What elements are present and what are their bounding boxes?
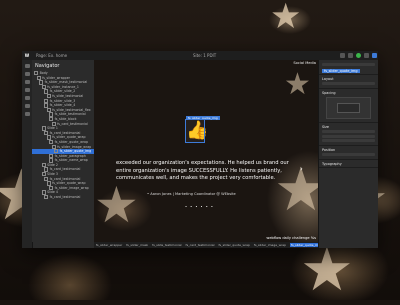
settings-icon[interactable] [24,112,30,116]
breadcrumb-item[interactable]: fs_slider_mask [126,243,148,247]
section-size[interactable]: Size [322,125,375,129]
navigator-row-label: fs_slider_wrapper [42,75,70,80]
navigator-title: Navigator [35,63,60,69]
navigator-row-label: fs_slider_instance_1 [47,84,79,89]
navigator-row-label: fs_card_testimonial [49,176,81,181]
navigator-row[interactable]: fs_card_testimonial [32,195,94,200]
navigator-row-label: fs_slider_quote_wrap [54,140,88,145]
assets-icon[interactable] [24,104,30,108]
navigator-row-label: fs_slide_testimonial [52,94,84,99]
navigator-row-label: fs_slider_quote_img [59,149,92,154]
site-label: Site: 1 PDIT [192,53,217,58]
star-decoration-top: ★ [270,0,302,37]
navigator-row-label: fs_slider_paragraph [54,153,86,158]
testimonial-author[interactable]: • Aaron Jones | Marketing Coordinator @ … [147,192,236,196]
navigator-row-label: fs_slider_slide_4 [49,103,76,108]
publish-button[interactable] [371,53,377,58]
slider-dots[interactable]: • • • • • • [185,205,214,209]
navigator-row-label: fs_slider_image_wrap [54,186,89,191]
pages-icon[interactable] [24,80,30,84]
page-selector[interactable]: Page: Ex. home [36,53,67,58]
navigator-row-label: fs_slider_image_wrap [57,144,92,149]
slider-next-arrow-icon[interactable]: › [300,165,303,173]
designer-window: W Page: Ex. home Site: 1 PDIT Navigator … [22,51,378,248]
add-icon[interactable] [24,64,30,68]
section-position[interactable]: Position [322,148,375,152]
section-layout[interactable]: Layout [322,77,375,81]
navigator-row-label: Slide 4 [47,190,58,195]
breadcrumb-item[interactable]: fs_slide_testimonial [152,243,181,247]
navigator-row-label: fs_slider_quote_wrap [52,135,86,140]
style-panel: fs_slider_quote_img Layout Spacing Size … [318,60,378,248]
navigator-row-label: fs_slider_mask_testimonial [44,80,88,85]
element-box-icon [44,195,49,200]
cms-icon[interactable] [24,96,30,100]
navigator-row-label: fs_slider_name_wrap [54,158,88,163]
undo-icon[interactable] [339,53,345,58]
navigator-row-label: fs_card_testimonial [49,195,81,200]
section-typography[interactable]: Typography [322,162,375,166]
canvas-star-icon: ★ [94,176,139,234]
navigator-icon[interactable] [24,72,30,76]
navigator-panel: Navigator Body fs_slider_wrapper fs_slider… [32,60,95,242]
navigator-row-label: fs_slider_slide_3 [49,98,76,103]
breadcrumb-item[interactable]: fs_slider_wrapper [96,243,122,247]
canvas-heading: Social Media [293,61,316,65]
navigator-row-label: fs_card_testimonial [57,121,88,126]
testimonial-quote[interactable]: exceeded our organization's expectations… [116,160,296,183]
navigator-row-label: fs_slide_block [54,117,77,122]
navigator-row-label: fs_card_testimonial [49,167,81,172]
canvas-star-icon: ★ [284,67,311,102]
breadcrumb-item[interactable]: fs_slider_quote_img [290,243,322,247]
symbols-icon[interactable] [24,88,30,92]
redo-icon[interactable] [347,53,353,58]
navigator-row-label: Slide 1 [47,126,58,131]
element-box-icon [54,149,59,154]
navigator-row-label: Slide 3 [47,172,58,177]
navigator-tree: Body fs_slider_wrapper fs_slider_mask_test… [32,71,94,200]
app-logo-icon[interactable]: W [22,53,32,58]
section-spacing[interactable]: Spacing [322,91,375,95]
navigator-row-label: fs_slide_testimonial [54,112,86,117]
navigator-row-label: Slide 2 [47,163,58,168]
breadcrumb-item[interactable]: fs_slider_image_wrap [254,243,286,247]
navigator-row-label: Body [39,71,48,76]
navigator-row-label: fs_card_testimonial [49,130,81,135]
breadcrumb-item[interactable]: fs_card_testimonial [186,243,215,247]
thumbs-up-icon[interactable]: 👍 [185,119,208,143]
navigator-row-label: fs_slider_quote_wrap [52,181,86,186]
navigator-row-label: fs_slide_testimonial_flex [52,107,91,112]
breadcrumb-item[interactable]: fs_slider_quote_wrap [218,243,249,247]
status-check-icon [355,53,361,58]
preview-icon[interactable] [363,53,369,58]
breadcrumb: fs_slider_wrapper fs_slider_mask fs_slide_… [94,242,322,248]
design-canvas[interactable]: ★ ★ ★ Social Media fs_slider_quote_img 👍… [94,60,318,242]
class-selector-chip[interactable]: fs_slider_quote_img [322,68,360,73]
spacing-box[interactable] [326,96,371,119]
footer-note: webflow daily challenge %s [266,236,316,240]
star-decoration-bottom: ★ [300,235,354,305]
navigator-row-label: fs_slider_slide_2 [49,89,76,94]
